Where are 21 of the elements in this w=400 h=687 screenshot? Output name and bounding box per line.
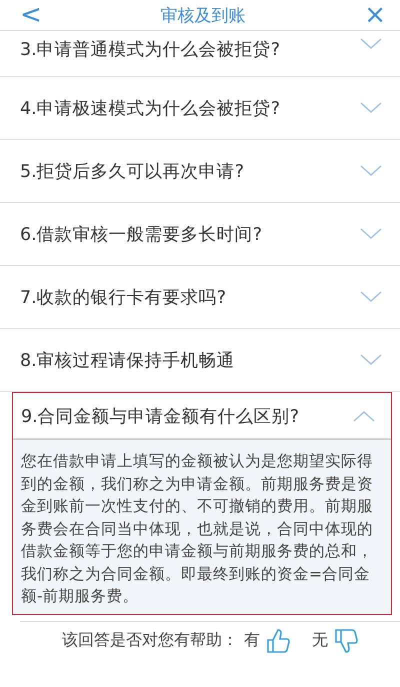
thumbs-down-icon[interactable]	[334, 628, 358, 654]
chevron-down-icon[interactable]	[360, 228, 382, 240]
chevron-down-icon[interactable]	[360, 38, 382, 50]
question-title[interactable]: 7.收款的银行卡有要求吗?	[20, 285, 226, 309]
yes-label: 有	[244, 630, 260, 651]
question-title[interactable]: 3.申请普通模式为什么会被拒贷?	[20, 37, 280, 61]
page-title: 审核及到账	[160, 4, 246, 26]
question-title[interactable]: 6.借款审核一般需要多长时间?	[20, 222, 262, 246]
question-title[interactable]: 4.申请极速模式为什么会被拒贷?	[20, 96, 280, 120]
question-title[interactable]: 8.审核过程请保持手机畅通	[20, 348, 235, 372]
thumbs-up-icon[interactable]	[266, 628, 290, 654]
answer-text: 您在借款申请上填写的金额被认为是您期望实际得到的金额，我们称之为申请金额。前期服务费是资金到账前一次性支付的、不可撤销的费用。前期服务费会在合同当中体现，也就是说，合同中体现的借款金额等于您的申请金额与前期服务费的总和，我们称之为合同金额。即最终到账的资金=合同金额-前期服务费。	[13, 439, 391, 614]
feedback-label: 该回答是否对您有帮助：	[62, 630, 238, 651]
question-title[interactable]: 5.拒贷后多久可以再次申请?	[20, 159, 244, 183]
chevron-down-icon[interactable]	[360, 290, 382, 302]
chevron-down-icon[interactable]	[360, 354, 382, 366]
question-title[interactable]: 9.合同金额与申请金额有什么区别?	[21, 404, 299, 428]
chevron-down-icon[interactable]	[360, 102, 382, 114]
no-label: 无	[312, 630, 328, 651]
chevron-up-icon[interactable]	[353, 410, 375, 422]
chevron-down-icon[interactable]	[360, 164, 382, 176]
